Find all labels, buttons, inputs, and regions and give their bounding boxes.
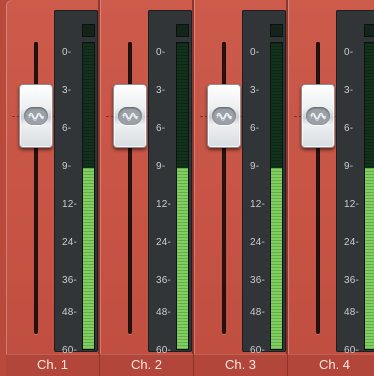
meter-scale-label: 12- [250,199,266,210]
meter-scale-label: 3- [156,85,166,96]
channel-name[interactable]: Ch. 3 [194,354,287,376]
meter-scale-label: 36- [62,275,78,286]
meter-scale-label: 24- [62,237,78,248]
meter-scale-label: 3- [62,85,72,96]
channel-strip-2: 0- 3- 6- 9- 12- 24- 36- 48- 60- Ch. 2 [100,0,194,376]
meter-scale-label: 6- [62,123,72,134]
meter-scale-label: 48- [344,307,360,318]
meter-scale-label: 48- [62,307,78,318]
meter-scale-label: 12- [156,199,172,210]
clip-indicator [82,24,95,37]
meter-level-fill [365,168,374,349]
meter-scale-label: 24- [156,237,172,248]
meter-scale-label: 9- [156,161,166,172]
meter-level-fill [177,168,188,349]
clip-indicator [176,24,189,37]
fader-knob[interactable] [301,84,335,148]
meter-scale-label: 0- [156,47,166,58]
level-meter: 0- 3- 6- 9- 12- 24- 36- 48- 60- [148,10,192,356]
mixer: 0- 3- 6- 9- 12- 24- 36- 48- 60- Ch. 1 0- 3- 6- 9- 12- 2… [0,0,374,376]
meter-scale-label: 24- [344,237,360,248]
meter-scale-label: 36- [344,275,360,286]
wave-logo-icon [118,107,142,125]
meter-level-fill [83,168,94,349]
meter-scale-label: 0- [250,47,260,58]
channel-strip-3: 0- 3- 6- 9- 12- 24- 36- 48- 60- Ch. 3 [194,0,288,376]
meter-scale-label: 6- [156,123,166,134]
channel-name[interactable]: Ch. 2 [100,354,193,376]
channel-strip-4: 0- 3- 6- 9- 12- 24- 36- 48- 60- Ch. 4 [288,0,374,376]
fader-knob[interactable] [19,84,53,148]
meter-scale-label: 12- [62,199,78,210]
meter-bar [82,42,95,350]
level-meter: 0- 3- 6- 9- 12- 24- 36- 48- 60- [336,10,374,356]
meter-scale-label: 36- [156,275,172,286]
meter-scale-label: 12- [344,199,360,210]
channel-strip-1: 0- 3- 6- 9- 12- 24- 36- 48- 60- Ch. 1 [6,0,100,376]
meter-scale-label: 9- [344,161,354,172]
wave-logo-icon [24,107,48,125]
meter-bar [364,42,374,350]
meter-scale-label: 48- [250,307,266,318]
channel-name[interactable]: Ch. 1 [6,354,99,376]
meter-scale-label: 48- [156,307,172,318]
meter-scale-label: 6- [250,123,260,134]
level-meter: 0- 3- 6- 9- 12- 24- 36- 48- 60- [242,10,286,356]
meter-scale-label: 9- [62,161,72,172]
meter-scale-label: 0- [62,47,72,58]
meter-scale-label: 6- [344,123,354,134]
channel-name[interactable]: Ch. 4 [288,354,374,376]
fader-knob[interactable] [113,84,147,148]
meter-scale-label: 24- [250,237,266,248]
meter-scale-label: 9- [250,161,260,172]
meter-bar [270,42,283,350]
meter-scale-label: 36- [250,275,266,286]
level-meter: 0- 3- 6- 9- 12- 24- 36- 48- 60- [54,10,98,356]
clip-indicator [364,24,374,37]
meter-scale-label: 3- [250,85,260,96]
fader-knob[interactable] [207,84,241,148]
clip-indicator [270,24,283,37]
meter-scale-label: 3- [344,85,354,96]
wave-logo-icon [212,107,236,125]
meter-bar [176,42,189,350]
wave-logo-icon [306,107,330,125]
meter-scale-label: 0- [344,47,354,58]
meter-level-fill [271,168,282,349]
